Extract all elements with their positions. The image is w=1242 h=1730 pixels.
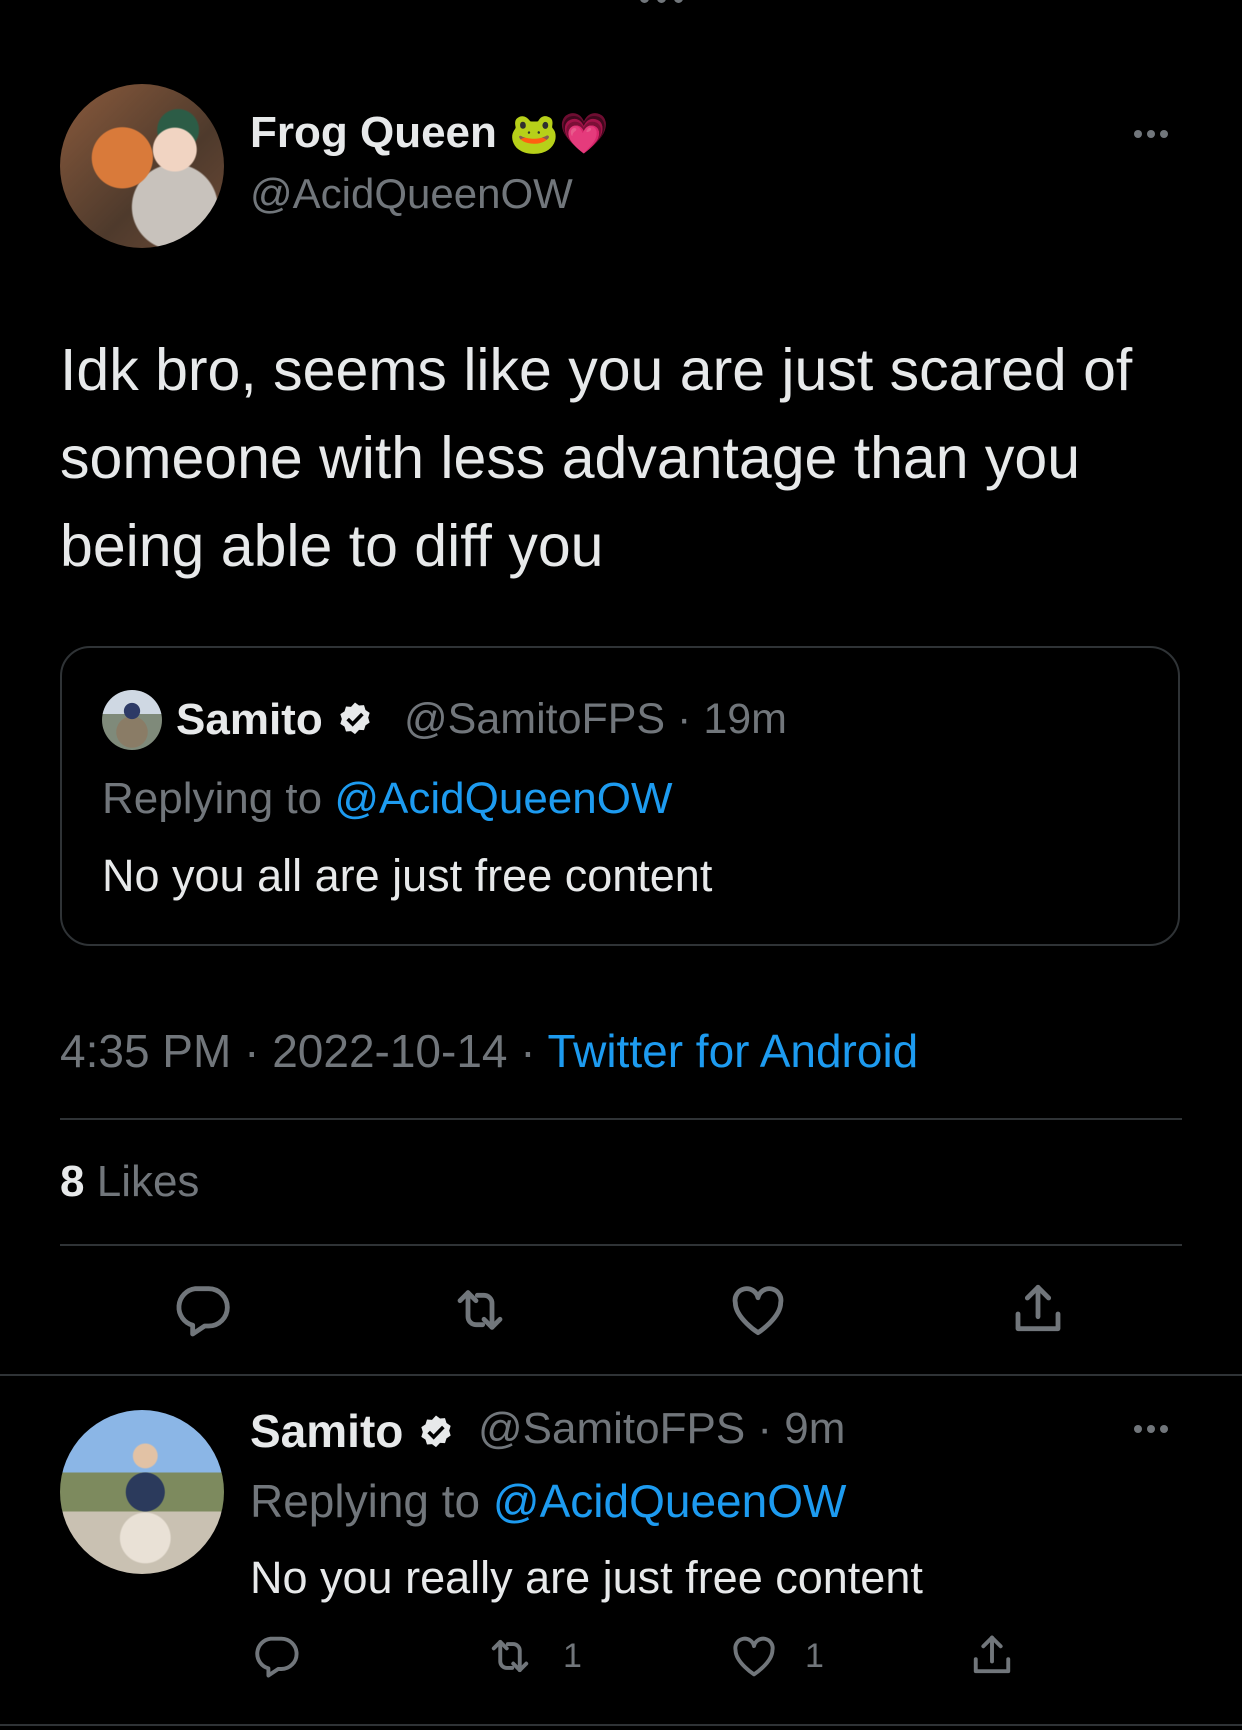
mention-link[interactable]: @AcidQueenOW [334, 774, 672, 823]
more-icon[interactable] [1134, 130, 1178, 144]
verified-badge-icon [340, 702, 370, 735]
retweet-count: 1 [563, 1637, 582, 1675]
author-handle[interactable]: @AcidQueenOW [250, 170, 573, 218]
source-link[interactable]: Twitter for Android [548, 1025, 919, 1077]
divider [60, 1244, 1182, 1246]
avatar [102, 690, 162, 750]
verified-badge-icon [421, 1415, 451, 1448]
replying-to-line: Replying to @AcidQueenOW [250, 1475, 847, 1527]
retweet-icon[interactable] [484, 1630, 536, 1682]
divider [60, 1118, 1182, 1120]
quoted-author-name: Samito [176, 695, 375, 745]
heart-emoji-icon: 💗 [558, 112, 609, 156]
retweet-icon[interactable] [448, 1278, 512, 1342]
reply-icon[interactable] [250, 1630, 302, 1682]
heart-icon[interactable] [728, 1630, 780, 1682]
quoted-tweet-text: No you all are just free content [102, 850, 713, 901]
reply-tweet-text: No you really are just free content [250, 1552, 923, 1603]
avatar[interactable] [60, 84, 224, 248]
share-icon[interactable] [966, 1630, 1018, 1682]
tweet-text: Idk bro, seems like you are just scared … [60, 337, 1133, 579]
more-icon [640, 0, 700, 4]
avatar[interactable] [60, 1410, 224, 1574]
quoted-handle-time: @SamitoFPS · 19m [404, 695, 787, 743]
replying-to-line: Replying to @AcidQueenOW [102, 774, 673, 823]
share-icon[interactable] [1006, 1278, 1070, 1342]
mention-link[interactable]: @AcidQueenOW [493, 1475, 847, 1527]
reply-author-name[interactable]: Samito [250, 1404, 456, 1458]
reply-handle-time: @SamitoFPS · 9m [478, 1404, 846, 1453]
more-icon[interactable] [1134, 1425, 1178, 1439]
like-count: 1 [805, 1637, 824, 1675]
previous-tweet-remnant [0, 0, 1242, 12]
divider [0, 1374, 1242, 1376]
frog-emoji-icon: 🐸 [509, 112, 559, 156]
reply-icon[interactable] [170, 1278, 234, 1342]
likes-summary[interactable]: 8 Likes [60, 1157, 199, 1207]
tweet-metadata: 4:35 PM · 2022-10-14 · Twitter for Andro… [60, 1025, 919, 1077]
divider [0, 1724, 1242, 1726]
heart-icon[interactable] [726, 1278, 790, 1342]
author-name[interactable]: Frog Queen 🐸💗 [250, 108, 609, 158]
